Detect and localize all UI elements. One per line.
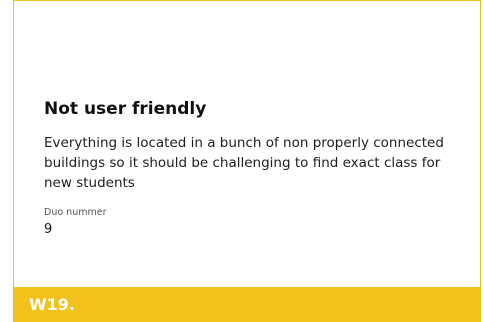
feedback-card: Not user friendly Everything is located … — [13, 0, 481, 287]
card-footer: W19. — [13, 287, 481, 322]
card-title: Not user friendly — [44, 99, 207, 119]
duo-number-label: Duo nummer — [44, 207, 107, 218]
duo-number-value: 9 — [44, 222, 53, 237]
footer-code: W19. — [29, 295, 75, 314]
card-content: Not user friendly Everything is located … — [44, 99, 464, 238]
card-description: Everything is located in a bunch of non … — [44, 135, 444, 191]
